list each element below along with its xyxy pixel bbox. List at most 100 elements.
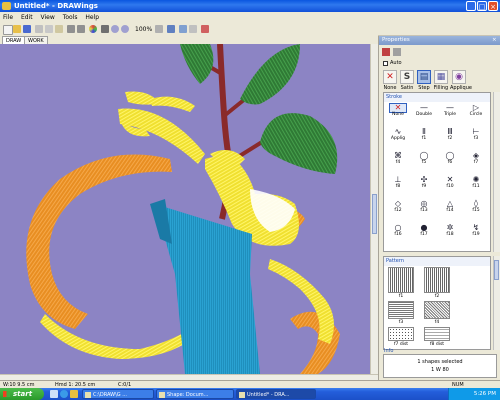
- pattern-label: f8 dist: [429, 342, 445, 347]
- clock[interactable]: 5:26 PM: [474, 391, 496, 397]
- pattern-swatch[interactable]: [388, 267, 414, 293]
- zoom-level[interactable]: 100%: [135, 26, 152, 33]
- stroke-option[interactable]: Ⅲf2: [438, 128, 462, 143]
- node-icon[interactable]: [189, 25, 197, 33]
- quicklaunch-icon[interactable]: [50, 390, 58, 398]
- satin-stitch-icon[interactable]: S: [400, 70, 414, 84]
- document-tabs: DRAW WORK: [0, 35, 378, 45]
- paste-icon[interactable]: [55, 25, 63, 33]
- save-icon[interactable]: [23, 25, 31, 33]
- stroke-option[interactable]: ✕ None: [386, 103, 410, 119]
- step-stitch-icon[interactable]: ▤: [417, 70, 431, 84]
- menu-file[interactable]: File: [0, 12, 16, 23]
- stroke-option[interactable]: ⌘ f4: [386, 152, 410, 167]
- embroidery-design: [26, 44, 340, 374]
- new-icon[interactable]: [3, 25, 13, 35]
- stroke-option-icon: ●: [420, 223, 428, 232]
- auto-label: Auto: [390, 60, 402, 66]
- stroke-option[interactable]: ○ f16: [386, 224, 410, 239]
- redo-icon[interactable]: [77, 25, 85, 33]
- stroke-option[interactable]: — Triple: [438, 104, 462, 119]
- pattern-swatch[interactable]: [388, 301, 414, 319]
- stroke-option-label: f8: [395, 184, 401, 189]
- leaf: [180, 44, 214, 84]
- pattern-label: f1: [398, 294, 404, 299]
- stroke-option-icon: ◯: [419, 151, 429, 160]
- quicklaunch-icon[interactable]: [70, 390, 78, 398]
- stroke-option[interactable]: △ f14: [438, 200, 462, 215]
- stroke-option-label: f14: [446, 208, 454, 213]
- stroke-option-icon: —: [446, 103, 454, 112]
- quicklaunch-icon[interactable]: [60, 390, 68, 398]
- stroke-option[interactable]: ↯ f19: [464, 224, 488, 239]
- copy-icon[interactable]: [45, 25, 53, 33]
- maximize-button[interactable]: □: [477, 1, 487, 11]
- minimize-button[interactable]: _: [466, 1, 476, 11]
- pin-icon[interactable]: [393, 48, 401, 56]
- pattern-swatch[interactable]: [388, 327, 414, 341]
- none-stitch-icon[interactable]: ✕: [383, 70, 397, 84]
- stroke-option[interactable]: ◯ f6: [438, 152, 462, 167]
- pattern-scrollbar[interactable]: [493, 256, 500, 350]
- document-icon: [159, 392, 165, 398]
- select-icon[interactable]: [179, 25, 187, 33]
- stroke-option-icon: ✕: [446, 175, 454, 184]
- hand-icon[interactable]: [101, 25, 109, 33]
- menu-tools[interactable]: Tools: [60, 12, 81, 23]
- stroke-option-label: f16: [394, 232, 402, 237]
- menu-help[interactable]: Help: [82, 12, 102, 23]
- pattern-swatch[interactable]: [424, 327, 450, 341]
- stroke-option[interactable]: ◎ f13: [412, 200, 436, 215]
- menu-view[interactable]: View: [38, 12, 58, 23]
- color-icon[interactable]: [89, 25, 97, 33]
- properties-tool-icon[interactable]: [382, 48, 390, 56]
- stroke-option-icon: Ⅱ: [422, 127, 426, 136]
- taskbar-button-folder[interactable]: C:\DRAW\G ...: [82, 389, 154, 399]
- pattern-scroll-thumb[interactable]: [494, 260, 499, 280]
- grid-icon[interactable]: [167, 25, 175, 33]
- stroke-option[interactable]: ✲ f18: [438, 224, 462, 239]
- filling-stitch-icon[interactable]: ▦: [434, 70, 448, 84]
- zoom-out-icon[interactable]: [121, 25, 129, 33]
- stroke-option[interactable]: ◊ f15: [464, 200, 488, 215]
- stroke-option[interactable]: ⊢ f3: [464, 128, 488, 143]
- stroke-option[interactable]: ⊥ f8: [386, 176, 410, 191]
- pattern-swatch[interactable]: [424, 301, 450, 319]
- start-button[interactable]: start: [0, 388, 44, 400]
- close-button[interactable]: ×: [488, 1, 498, 11]
- stroke-option[interactable]: ▷ Circle: [464, 104, 488, 119]
- stroke-scrollbar[interactable]: [493, 92, 500, 252]
- taskbar-button-label: C:\DRAW\G ...: [93, 392, 127, 398]
- design-canvas[interactable]: [0, 44, 370, 374]
- stroke-option[interactable]: ◇ f12: [386, 200, 410, 215]
- stroke-option[interactable]: Ⅱf1: [412, 128, 436, 143]
- stroke-option[interactable]: ✕ f10: [438, 176, 462, 191]
- stroke-option[interactable]: — Double: [412, 104, 436, 119]
- taskbar-button-drawings[interactable]: Untitled* - DRA...: [236, 389, 316, 399]
- panel-close-icon[interactable]: ×: [492, 37, 497, 43]
- stroke-option[interactable]: ∿ Applig: [386, 128, 410, 143]
- open-icon[interactable]: [13, 25, 21, 33]
- menu-edit[interactable]: Edit: [18, 12, 36, 23]
- pattern-swatch[interactable]: [424, 267, 450, 293]
- taskbar-button-document[interactable]: Shape: Docum...: [156, 389, 234, 399]
- applique-icon[interactable]: ◉: [452, 70, 466, 84]
- scroll-thumb[interactable]: [372, 194, 377, 234]
- undo-icon[interactable]: [67, 25, 75, 33]
- stroke-option[interactable]: ◈ f7: [464, 152, 488, 167]
- stroke-option[interactable]: ✣ f9: [412, 176, 436, 191]
- stroke-option-label: f19: [472, 232, 480, 237]
- stitch-icon[interactable]: [201, 25, 209, 33]
- auto-checkbox[interactable]: [383, 61, 388, 66]
- zoom-dropdown-icon[interactable]: [155, 25, 163, 33]
- cut-icon[interactable]: [35, 25, 43, 33]
- pattern-label: f4: [434, 320, 440, 325]
- zoom-in-icon[interactable]: [111, 25, 119, 33]
- stroke-option[interactable]: ✺ f11: [464, 176, 488, 191]
- stroke-option-label: f4: [395, 160, 401, 165]
- stroke-option-icon: ○: [394, 223, 402, 232]
- window-title: Untitled* - DRAWings: [14, 2, 98, 10]
- stroke-option[interactable]: ● f17: [412, 224, 436, 239]
- stroke-option-icon: ⌘: [394, 151, 402, 160]
- stroke-option[interactable]: ◯ f5: [412, 152, 436, 167]
